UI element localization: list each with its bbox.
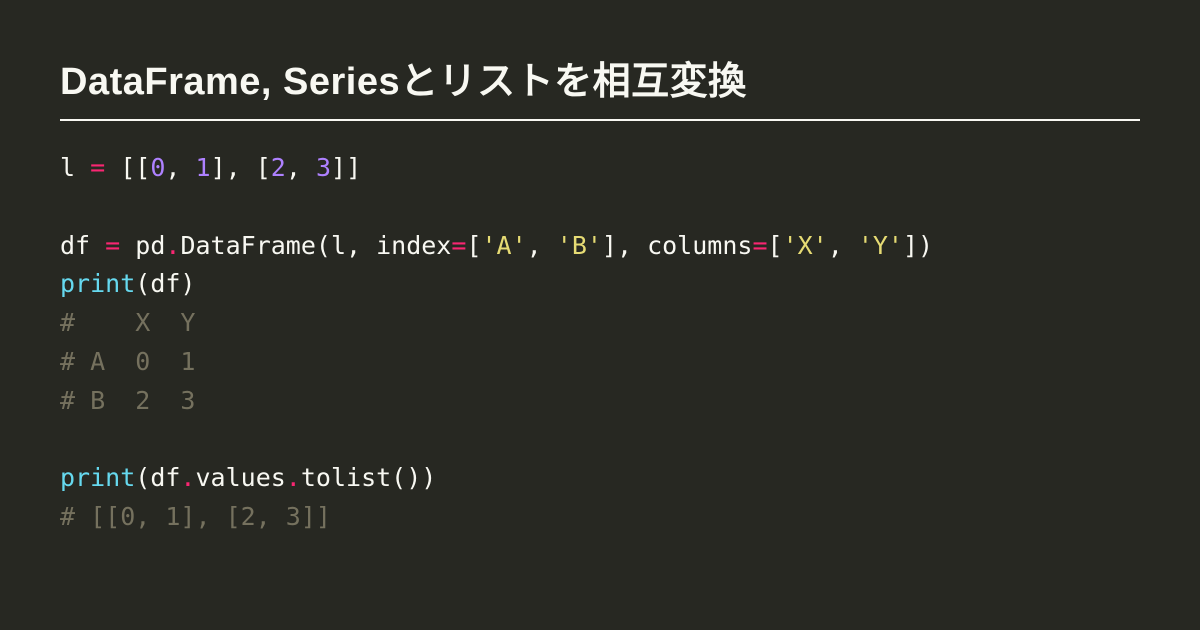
code-token: values (195, 463, 285, 492)
code-token: (df (135, 463, 180, 492)
code-token: ]] (331, 153, 361, 182)
code-token: , (527, 231, 557, 260)
code-token: 'X' (783, 231, 828, 260)
code-token: # A 0 1 (60, 347, 195, 376)
code-token: 1 (196, 153, 211, 182)
code-token: 'A' (482, 231, 527, 260)
code-token: 'B' (557, 231, 602, 260)
code-token: # [[0, 1], [2, 3]] (60, 502, 331, 531)
code-token: 0 (150, 153, 165, 182)
code-token: # X Y (60, 308, 195, 337)
code-token: , (286, 153, 316, 182)
code-token: df (60, 231, 105, 260)
code-token: [ (466, 231, 481, 260)
code-block: l = [[0, 1], [2, 3]] df = pd.DataFrame(l… (60, 149, 1140, 537)
code-token: , (165, 153, 195, 182)
code-token: l (60, 153, 90, 182)
code-token: 2 (271, 153, 286, 182)
code-token: 'Y' (858, 231, 903, 260)
code-token: = (105, 231, 120, 260)
code-token: = (451, 231, 466, 260)
page-title: DataFrame, Seriesとリストを相互変換 (60, 50, 1140, 121)
code-token: ]) (903, 231, 933, 260)
code-token: . (165, 231, 180, 260)
code-token: , (828, 231, 858, 260)
code-token: (df) (135, 269, 195, 298)
code-token: = (90, 153, 105, 182)
code-token: [ (768, 231, 783, 260)
code-token: print (60, 269, 135, 298)
code-token: DataFrame(l, index (180, 231, 451, 260)
code-token: ], [ (211, 153, 271, 182)
code-token: . (286, 463, 301, 492)
code-token: tolist()) (301, 463, 436, 492)
code-token: ], columns (602, 231, 753, 260)
code-token: . (180, 463, 195, 492)
code-token: print (60, 463, 135, 492)
code-token: = (752, 231, 767, 260)
code-token: [[ (105, 153, 150, 182)
code-token: 3 (316, 153, 331, 182)
code-token: pd (120, 231, 165, 260)
code-token: # B 2 3 (60, 386, 195, 415)
